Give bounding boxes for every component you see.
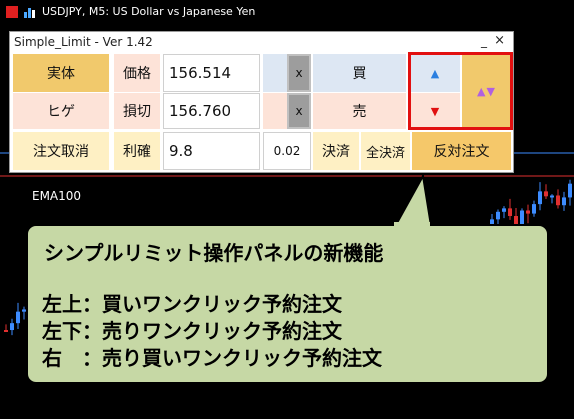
callout-headline: シンプルリミット操作パネルの新機能	[44, 241, 384, 265]
callout-line-3: 右 ：売り買いワンクリック予約注文	[42, 346, 382, 370]
tail-joint	[394, 222, 430, 228]
callout-line-1: 左上：買いワンクリック予約注文	[42, 292, 342, 316]
callout-line-2: 左下：売りワンクリック予約注文	[42, 319, 342, 343]
feature-callout: シンプルリミット操作パネルの新機能 左上：買いワンクリック予約注文 左下：売りワ…	[26, 224, 549, 384]
